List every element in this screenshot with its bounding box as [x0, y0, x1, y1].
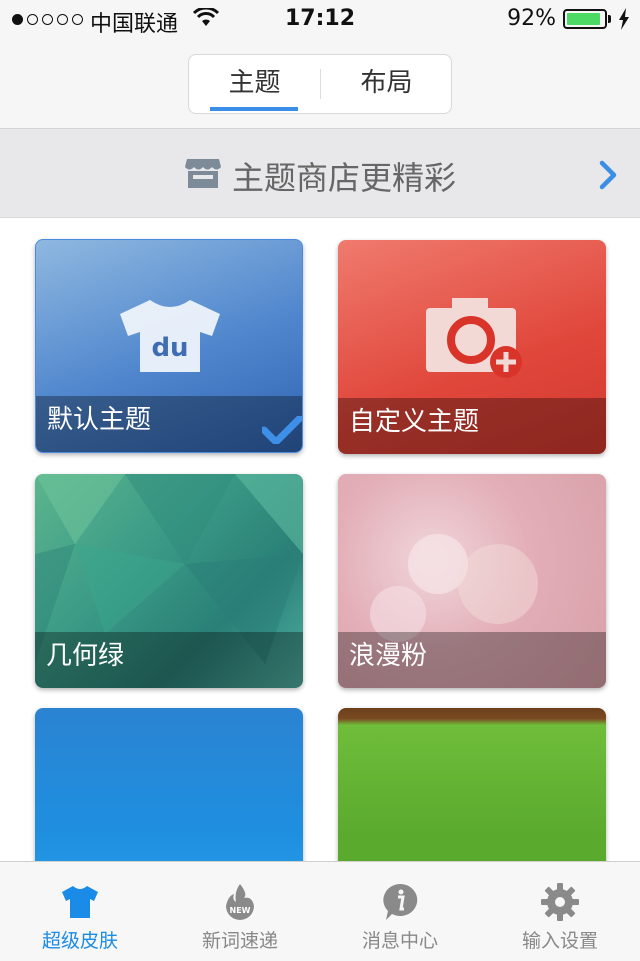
- tabbar-label: 输入设置: [521, 930, 598, 952]
- tabbar-item-input-settings[interactable]: 输入设置: [480, 862, 640, 961]
- tabbar-label: 新词速递: [201, 930, 278, 952]
- svg-text:du: du: [151, 333, 188, 363]
- selected-tab-indicator: [210, 107, 298, 111]
- info-icon: [380, 882, 420, 922]
- segmented-control: 主题 布局: [188, 54, 452, 114]
- theme-tile-default[interactable]: du 默认主题: [35, 239, 303, 453]
- tabbar-item-skins[interactable]: 超级皮肤: [0, 862, 160, 961]
- tabbar-item-new-words[interactable]: NEW 新词速递: [160, 862, 320, 961]
- tabbar-label: 超级皮肤: [41, 930, 118, 952]
- checkmark-icon: [260, 414, 302, 448]
- theme-store-banner[interactable]: 主题商店更精彩: [0, 129, 640, 218]
- tabbar-item-messages[interactable]: 消息中心: [320, 862, 480, 961]
- store-icon: [184, 157, 222, 193]
- theme-tile-geometric-green[interactable]: 几何绿: [35, 474, 303, 688]
- tab-layout[interactable]: 布局: [321, 55, 452, 113]
- header: 主题 布局: [0, 40, 640, 129]
- battery-percent: 92%: [507, 6, 556, 31]
- chevron-right-icon: [598, 159, 620, 195]
- battery-cap: [608, 15, 611, 23]
- tshirt-icon: [60, 882, 100, 922]
- theme-label: 自定义主题: [349, 407, 480, 437]
- bottom-tab-bar: 超级皮肤 NEW 新词速递 消息中心 输入设置: [0, 861, 640, 961]
- charging-bolt-icon: [618, 8, 630, 34]
- gear-icon: [540, 882, 580, 922]
- status-bar: 中国联通 17:12 92%: [0, 0, 640, 40]
- tabbar-label: 消息中心: [361, 930, 438, 952]
- tshirt-du-icon: du: [114, 298, 226, 378]
- theme-tile-custom[interactable]: 自定义主题: [338, 240, 606, 454]
- theme-label: 浪漫粉: [349, 641, 428, 671]
- svg-text:NEW: NEW: [230, 906, 251, 915]
- theme-tile-romantic-pink[interactable]: 浪漫粉: [338, 474, 606, 688]
- battery-icon: [563, 9, 607, 29]
- new-flame-icon: NEW: [220, 882, 260, 922]
- theme-label: 几何绿: [46, 641, 125, 671]
- camera-add-icon: [422, 292, 526, 386]
- theme-label: 默认主题: [47, 405, 152, 435]
- tab-theme[interactable]: 主题: [189, 55, 320, 113]
- banner-text: 主题商店更精彩: [232, 159, 457, 197]
